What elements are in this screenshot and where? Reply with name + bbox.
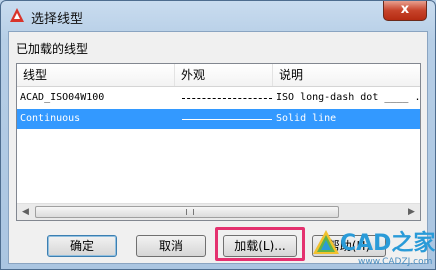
linetype-list[interactable]: 线型 外观 说明 ACAD_ISO04W100 ISO long-dash do… [16,63,421,221]
cancel-button[interactable]: 取消 [136,235,206,257]
scroll-right-icon[interactable]: ▶ [403,204,420,220]
linetype-description: ISO long-dash dot ____ . ____ . [276,92,420,103]
horizontal-scrollbar[interactable]: ◀ ▶ [17,203,420,220]
scroll-left-icon[interactable]: ◀ [17,204,34,220]
close-button[interactable]: x [383,1,427,21]
list-header: 线型 外观 说明 [17,64,420,87]
watermark-text: CAD之家 [340,231,436,256]
list-row-continuous[interactable]: Continuous Solid line [17,109,420,129]
ok-button[interactable]: 确定 [47,235,117,257]
scroll-thumb[interactable] [35,206,339,218]
watermark-url: www.CADZJ.com [358,257,433,267]
autocad-logo-icon [10,8,24,22]
linetype-description: Solid line [276,113,337,124]
linetype-preview [182,119,272,120]
column-header-description[interactable]: 说明 [273,64,420,86]
linetype-preview [182,98,272,99]
list-row-acad-iso04w100[interactable]: ACAD_ISO04W100 ISO long-dash dot ____ . … [17,88,420,108]
linetype-name: ACAD_ISO04W100 [20,92,105,103]
loaded-linetypes-label: 已加载的线型 [16,42,89,56]
column-header-appearance[interactable]: 外观 [175,64,273,86]
linetype-name: Continuous [20,113,81,124]
title-bar[interactable]: 选择线型 x [1,1,435,31]
cad-logo-icon [313,230,339,254]
grip-icon [186,209,194,215]
window-title: 选择线型 [31,12,84,27]
highlight-box [215,227,305,261]
column-header-linetype[interactable]: 线型 [17,64,175,86]
